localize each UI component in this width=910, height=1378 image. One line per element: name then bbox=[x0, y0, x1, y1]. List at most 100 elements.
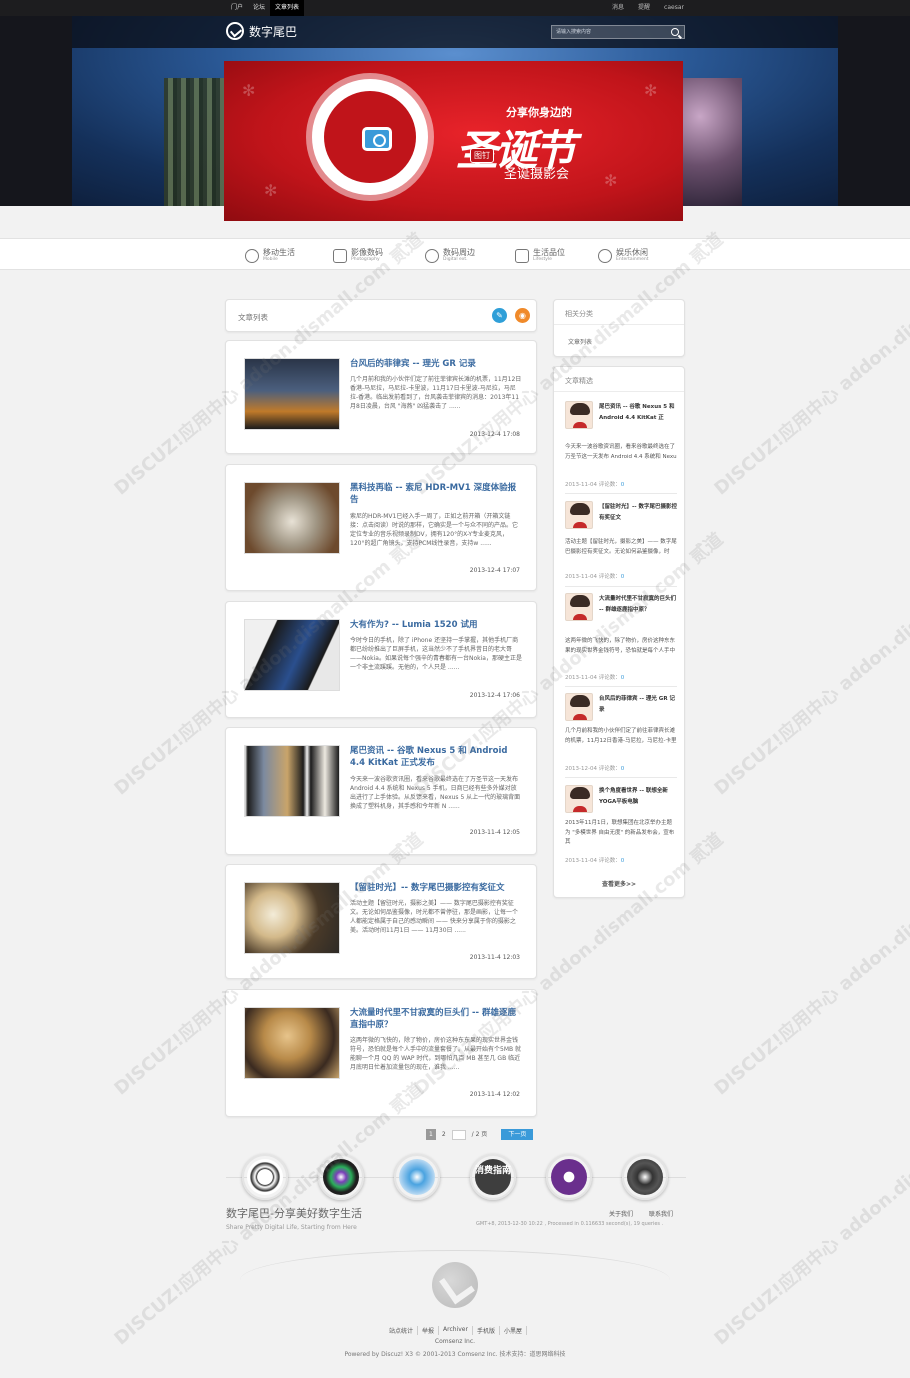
bottom-links: 站点统计 举报 Archiver 手机版 小黑屋 bbox=[385, 1326, 527, 1335]
app-icon-consumer-guide[interactable]: 消费指南 bbox=[470, 1154, 516, 1200]
divider bbox=[554, 324, 684, 325]
article-thumbnail[interactable] bbox=[244, 882, 340, 954]
article-title[interactable]: 尾巴资讯 -- 谷歌 Nexus 5 和 Android 4.4 KitKat … bbox=[350, 745, 522, 769]
category-digital-ext[interactable]: 数码周边 Digital ext. bbox=[425, 248, 475, 263]
mobile-version-link[interactable]: 手机版 bbox=[473, 1326, 500, 1335]
tail-logo-icon bbox=[247, 1159, 283, 1195]
app-icon-tail[interactable] bbox=[242, 1154, 288, 1200]
search-input[interactable] bbox=[552, 26, 662, 38]
featured-articles-panel: 文章精选 尾巴资讯 -- 谷歌 Nexus 5 和 Android 4.4 Ki… bbox=[553, 366, 685, 898]
app-icon-robot[interactable] bbox=[394, 1154, 440, 1200]
blacklist-link[interactable]: 小黑屋 bbox=[500, 1326, 527, 1335]
featured-date: 2013-11-04 bbox=[565, 482, 597, 488]
site-stats-link[interactable]: 站点统计 bbox=[385, 1326, 419, 1335]
snowflake-icon: ✻ bbox=[242, 81, 256, 100]
search-icon[interactable] bbox=[671, 28, 679, 36]
post-article-button[interactable]: ✎ bbox=[492, 308, 507, 323]
top-bar: 门户 论坛 文章列表 消息 提醒 caesar bbox=[0, 0, 910, 16]
newspaper-icon bbox=[515, 248, 529, 263]
related-category-link[interactable]: 文章列表 bbox=[568, 337, 592, 346]
report-link[interactable]: 举报 bbox=[418, 1326, 440, 1335]
article-summary: 活动主题【留驻时光，摄影之美】—— 数字尾巴摄影控有奖征文。无论如何品鉴摄像，时… bbox=[350, 900, 519, 934]
article-thumbnail[interactable] bbox=[244, 1007, 340, 1079]
category-photography[interactable]: 影像数码 Photography bbox=[333, 248, 383, 263]
article-thumbnail[interactable] bbox=[244, 482, 340, 554]
divider bbox=[565, 586, 677, 587]
banner-left-edge bbox=[0, 16, 72, 206]
about-us-link[interactable]: 关于我们 bbox=[609, 1209, 633, 1218]
article-card[interactable]: 大有作为? -- Lumia 1520 试用 今时今日的手机，除了 iPhone… bbox=[225, 601, 537, 718]
article-thumbnail[interactable] bbox=[244, 358, 340, 430]
category-sublabel: Mobile bbox=[263, 257, 278, 262]
speech-bubble-icon bbox=[245, 248, 259, 263]
article-title[interactable]: 大有作为? -- Lumia 1520 试用 bbox=[350, 619, 522, 631]
article-thumbnail[interactable] bbox=[244, 619, 340, 691]
top-nav-forum[interactable]: 论坛 bbox=[248, 0, 270, 16]
related-categories-panel: 相关分类 文章列表 bbox=[553, 299, 685, 357]
music-note-icon bbox=[598, 248, 612, 263]
article-card[interactable]: 【留驻时光】-- 数字尾巴摄影控有奖征文 活动主题【留驻时光，摄影之美】—— 数… bbox=[225, 864, 537, 979]
featured-title[interactable]: 换个角度看世界 -- 联想全新YOGA平板电脑 bbox=[599, 786, 677, 808]
username-link[interactable]: caesar bbox=[664, 0, 684, 16]
view-more-link[interactable]: 查看更多>> bbox=[554, 879, 684, 888]
article-title[interactable]: 黑科技再临 -- 索尼 HDR-MV1 深度体验报告 bbox=[350, 482, 522, 506]
category-label: 移动生活 bbox=[263, 248, 295, 257]
featured-title[interactable]: 【留驻时光】-- 数字尾巴摄影控有奖征文 bbox=[599, 502, 677, 524]
next-page-button[interactable]: 下一页 bbox=[501, 1129, 534, 1140]
article-date: 2013-11-4 12:02 bbox=[469, 1091, 520, 1098]
article-title[interactable]: 大流量时代里不甘寂寞的巨头们 -- 群雄逐鹿直指中原？ bbox=[350, 1007, 522, 1031]
page-2-link[interactable]: 2 bbox=[439, 1129, 449, 1140]
avatar[interactable] bbox=[565, 693, 593, 721]
featured-date: 2013-12-04 bbox=[565, 766, 597, 772]
category-entertainment[interactable]: 娱乐休闲 Entertainment bbox=[598, 248, 648, 263]
category-mobile[interactable]: 移动生活 Mobile bbox=[245, 248, 295, 263]
article-summary: 今时今日的手机，除了 iPhone 还坚持一手掌握，其他手机厂商都已纷纷推出了巨… bbox=[350, 637, 522, 671]
app-icon-chat[interactable] bbox=[622, 1154, 668, 1200]
robot-app-icon bbox=[399, 1159, 435, 1195]
category-nav: 移动生活 Mobile 影像数码 Photography 数码周边 Digital e… bbox=[0, 238, 910, 270]
comments-label: 评论数： bbox=[598, 482, 621, 488]
avatar[interactable] bbox=[565, 593, 593, 621]
top-nav-portal[interactable]: 门户 bbox=[226, 0, 248, 16]
article-card[interactable]: 黑科技再临 -- 索尼 HDR-MV1 深度体验报告 索尼的HDR-MV1已经入… bbox=[225, 464, 537, 591]
category-sublabel: Lifestyle bbox=[533, 257, 552, 262]
contact-us-link[interactable]: 联系我们 bbox=[649, 1209, 673, 1218]
app-icon-windows[interactable] bbox=[546, 1154, 592, 1200]
article-summary: 索尼的HDR-MV1已经入手一周了，正如之前开箱（开箱文链接：点击阅读）时说的那… bbox=[350, 513, 519, 547]
featured-title[interactable]: 大流量时代里不甘寂寞的巨头们 -- 群雄逐鹿指中原？ bbox=[599, 594, 677, 616]
app-icon-camera[interactable] bbox=[318, 1154, 364, 1200]
top-nav-article-list[interactable]: 文章列表 bbox=[270, 0, 305, 16]
avatar[interactable] bbox=[565, 401, 593, 429]
forest-backdrop bbox=[164, 78, 228, 206]
comment-count: 0 bbox=[620, 858, 625, 864]
page-jump-input[interactable] bbox=[451, 1129, 466, 1140]
article-card[interactable]: 尾巴资讯 -- 谷歌 Nexus 5 和 Android 4.4 KitKat … bbox=[225, 727, 537, 855]
article-summary: 今天来一波谷歌资讯圈，看来谷歌最终选在了万圣节这一天发布 Android 4.4… bbox=[350, 776, 521, 810]
article-summary: 几个月前和我的小伙伴们定了前往菲律宾长滩的机票，11月12日香港-马尼拉，马尼拉… bbox=[350, 376, 522, 410]
promo-tag: 图钉 bbox=[470, 148, 494, 163]
site-logo[interactable]: 数字尾巴 bbox=[226, 22, 297, 40]
article-card[interactable]: 台风后的菲律宾 -- 理光 GR 记录 几个月前和我的小伙伴们定了前往菲律宾长滩… bbox=[225, 340, 537, 454]
processing-stats: GMT+8, 2013-12-30 10:22 , Processed in 0… bbox=[476, 1221, 664, 1227]
messages-link[interactable]: 消息 bbox=[612, 0, 624, 16]
avatar[interactable] bbox=[565, 785, 593, 813]
archiver-link[interactable]: Archiver bbox=[439, 1326, 473, 1335]
featured-title[interactable]: 台风后的菲律宾 -- 理光 GR 记录 bbox=[599, 694, 677, 716]
article-card[interactable]: 大流量时代里不甘寂寞的巨头们 -- 群雄逐鹿直指中原？ 这两年微的飞快的，除了物… bbox=[225, 989, 537, 1117]
article-date: 2013-12-4 17:06 bbox=[469, 692, 520, 699]
featured-title[interactable]: 尾巴资讯 -- 谷歌 Nexus 5 和 Android 4.4 KitKat … bbox=[599, 402, 677, 424]
article-title[interactable]: 台风后的菲律宾 -- 理光 GR 记录 bbox=[350, 358, 522, 370]
article-title[interactable]: 【留驻时光】-- 数字尾巴摄影控有奖征文 bbox=[350, 882, 522, 894]
article-date: 2013-12-4 17:07 bbox=[469, 567, 520, 574]
article-summary: 这两年微的飞快的，除了物价，房价这种东东果的现实世界金钱符号，恐怕就是每个人手中… bbox=[350, 1037, 522, 1071]
banner-right-edge bbox=[838, 16, 910, 206]
rss-button[interactable]: ◉ bbox=[515, 308, 530, 323]
article-thumbnail[interactable] bbox=[244, 745, 340, 817]
comment-count: 0 bbox=[620, 675, 625, 681]
christmas-promo-banner[interactable]: ✻ ✻ ✻ ✻ 分享你身边的 圣诞节 图钉 圣诞摄影会 bbox=[224, 61, 683, 221]
notifications-link[interactable]: 提醒 bbox=[638, 0, 650, 16]
avatar[interactable] bbox=[565, 501, 593, 529]
pagination: 1 2 / 2 页 下一页 bbox=[426, 1129, 536, 1140]
category-lifestyle[interactable]: 生活品位 Lifestyle bbox=[515, 248, 565, 263]
divider bbox=[554, 391, 684, 392]
